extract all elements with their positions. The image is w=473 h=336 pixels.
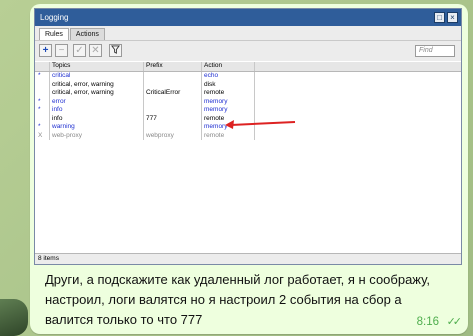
cell-action: remote xyxy=(201,89,254,98)
filter-icon[interactable] xyxy=(109,44,122,57)
message-line: Други, а подскажите как удаленный лог ра… xyxy=(45,272,430,287)
cell-topics: critical, error, warning xyxy=(49,89,143,98)
cell-prefix: CriticalError xyxy=(143,89,201,98)
remove-icon[interactable]: − xyxy=(55,44,68,57)
read-checkmarks-icon: ✓✓ xyxy=(446,316,463,328)
message-line: валится только то что 777 xyxy=(45,312,203,327)
cell-flag: * xyxy=(38,123,41,130)
close-icon[interactable]: × xyxy=(447,12,458,23)
column-action[interactable]: Action xyxy=(201,62,254,71)
cell-action: memory xyxy=(201,97,254,106)
enable-icon[interactable]: ✓ xyxy=(73,44,86,57)
cell-topics: critical, error, warning xyxy=(49,80,143,89)
cell-prefix xyxy=(143,97,201,106)
cell-flag: * xyxy=(38,97,41,105)
tab-rules[interactable]: Rules xyxy=(39,28,69,40)
table-row[interactable]: * critical echo xyxy=(35,72,461,81)
message-time: 8:16 xyxy=(416,316,439,328)
cell-action: disk xyxy=(201,80,254,89)
cell-topics: web-proxy xyxy=(49,131,143,140)
cell-flag xyxy=(35,89,49,98)
table-row[interactable]: * info memory xyxy=(35,106,461,115)
message-line: настроил, логи валятся но я настроил 2 с… xyxy=(45,292,402,307)
cell-prefix xyxy=(143,123,201,132)
table-row[interactable]: * error memory xyxy=(35,97,461,106)
add-icon[interactable]: + xyxy=(39,44,52,57)
cell-flag: * xyxy=(38,106,41,113)
cell-topics: error xyxy=(49,97,143,106)
cell-prefix: webproxy xyxy=(143,131,201,140)
table-row[interactable]: critical, error, warning disk xyxy=(35,80,461,90)
cell-flag xyxy=(35,115,49,124)
cell-prefix: 777 xyxy=(143,114,201,123)
window-title: Logging xyxy=(40,13,69,22)
column-prefix[interactable]: Prefix xyxy=(143,62,201,71)
cell-action: memory xyxy=(201,106,254,115)
table-row[interactable]: critical, error, warning CriticalError rem… xyxy=(35,89,461,98)
cell-action: remote xyxy=(201,131,254,140)
message-text: Други, а подскажите как удаленный лог ра… xyxy=(45,270,455,330)
column-topics[interactable]: Topics xyxy=(49,62,143,71)
cell-flag: * xyxy=(38,72,41,79)
window-titlebar: Logging □ × xyxy=(35,9,461,26)
cell-flag xyxy=(35,81,49,90)
table-header: Topics Prefix Action xyxy=(35,62,461,72)
cell-topics: warning xyxy=(49,123,143,132)
status-bar: 8 items xyxy=(35,253,461,264)
red-arrow-annotation xyxy=(225,120,296,129)
cell-topics: info xyxy=(49,106,143,115)
cell-flag: X xyxy=(38,131,43,139)
cell-topics: critical xyxy=(49,72,143,81)
tab-actions[interactable]: Actions xyxy=(69,28,105,40)
cell-topics: info xyxy=(49,114,143,123)
toolbar: + − ✓ ✕ Find xyxy=(35,40,461,61)
disable-icon[interactable]: ✕ xyxy=(89,44,102,57)
maximize-icon[interactable]: □ xyxy=(434,12,445,23)
avatar[interactable] xyxy=(0,299,28,336)
tab-bar: Rules Actions xyxy=(35,26,461,40)
cell-prefix xyxy=(143,106,201,115)
table-row[interactable]: Xweb-proxy webproxy remote xyxy=(35,131,461,140)
cell-prefix xyxy=(143,80,201,89)
cell-prefix xyxy=(143,72,201,81)
attached-screenshot[interactable]: Logging □ × Rules Actions + − ✓ ✕ Find T… xyxy=(34,8,462,265)
cell-action: echo xyxy=(201,72,254,81)
find-input[interactable]: Find xyxy=(415,45,455,57)
